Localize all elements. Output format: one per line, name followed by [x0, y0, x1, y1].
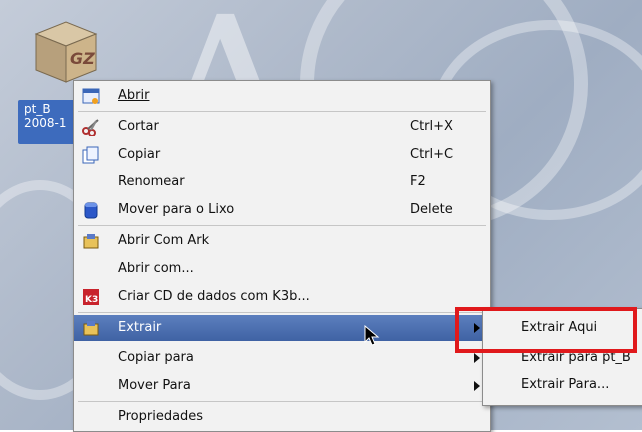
archive-file-icon[interactable]: GZ: [30, 16, 100, 86]
menu-item-label: Cortar: [118, 119, 159, 134]
menu-item-renomear[interactable]: Renomear F2: [74, 169, 490, 195]
mouse-cursor-icon: [364, 324, 380, 347]
menu-separator: [78, 401, 486, 402]
menu-item-label: Propriedades: [118, 409, 204, 424]
k3b-icon: K3: [82, 288, 100, 306]
menu-item-copiar-para[interactable]: Copiar para: [74, 345, 490, 371]
menu-separator: [78, 225, 486, 226]
menu-item-cortar[interactable]: Cortar Ctrl+X: [74, 114, 490, 140]
ark-icon: [82, 232, 100, 250]
ark-icon: [82, 319, 100, 337]
menu-item-abrir-com[interactable]: Abrir com...: [74, 256, 490, 282]
menu-separator: [78, 111, 486, 112]
submenu-item-extrair-para[interactable]: Extrair Para...: [483, 372, 642, 398]
submenu-arrow-icon: [474, 353, 480, 363]
menu-item-copiar[interactable]: Copiar Ctrl+C: [74, 142, 490, 168]
menu-item-criar-cd[interactable]: K3 Criar CD de dados com K3b...: [74, 284, 490, 310]
menu-separator: [78, 312, 486, 313]
gz-text: GZ: [70, 49, 95, 68]
open-icon: [82, 87, 100, 105]
menu-item-label: Mover para o Lixo: [118, 202, 235, 217]
submenu-item-label: Extrair Para...: [521, 377, 610, 392]
menu-item-label: Abrir: [118, 88, 150, 103]
menu-item-abrir-ark[interactable]: Abrir Com Ark: [74, 228, 490, 254]
svg-text:K3: K3: [85, 295, 98, 305]
trash-icon: [82, 201, 100, 219]
menu-item-label: Copiar: [118, 147, 161, 162]
copy-icon: [82, 146, 100, 164]
context-menu: Abrir Cortar Ctrl+X Copiar Ctrl+C Renome…: [73, 80, 491, 432]
scissors-icon: [82, 118, 100, 137]
menu-item-extrair[interactable]: Extrair: [74, 315, 490, 341]
annotation-highlight-box: [455, 307, 637, 353]
menu-shortcut: Ctrl+C: [410, 147, 454, 162]
menu-shortcut: Ctrl+X: [410, 119, 453, 134]
menu-item-label: Extrair: [118, 320, 162, 335]
menu-item-label: Mover Para: [118, 378, 191, 393]
menu-item-label: Renomear: [118, 174, 185, 189]
menu-item-abrir[interactable]: Abrir: [74, 83, 490, 109]
submenu-arrow-icon: [474, 381, 480, 391]
menu-item-mover-lixo[interactable]: Mover para o Lixo Delete: [74, 197, 490, 223]
menu-item-mover-para[interactable]: Mover Para: [74, 373, 490, 399]
menu-item-label: Criar CD de dados com K3b...: [118, 289, 310, 304]
menu-item-propriedades[interactable]: Propriedades: [74, 404, 490, 430]
menu-shortcut: Delete: [410, 202, 453, 217]
menu-item-label: Abrir com...: [118, 261, 194, 276]
menu-item-label: Abrir Com Ark: [118, 233, 210, 248]
menu-shortcut: F2: [410, 174, 426, 189]
menu-item-label: Copiar para: [118, 350, 194, 365]
